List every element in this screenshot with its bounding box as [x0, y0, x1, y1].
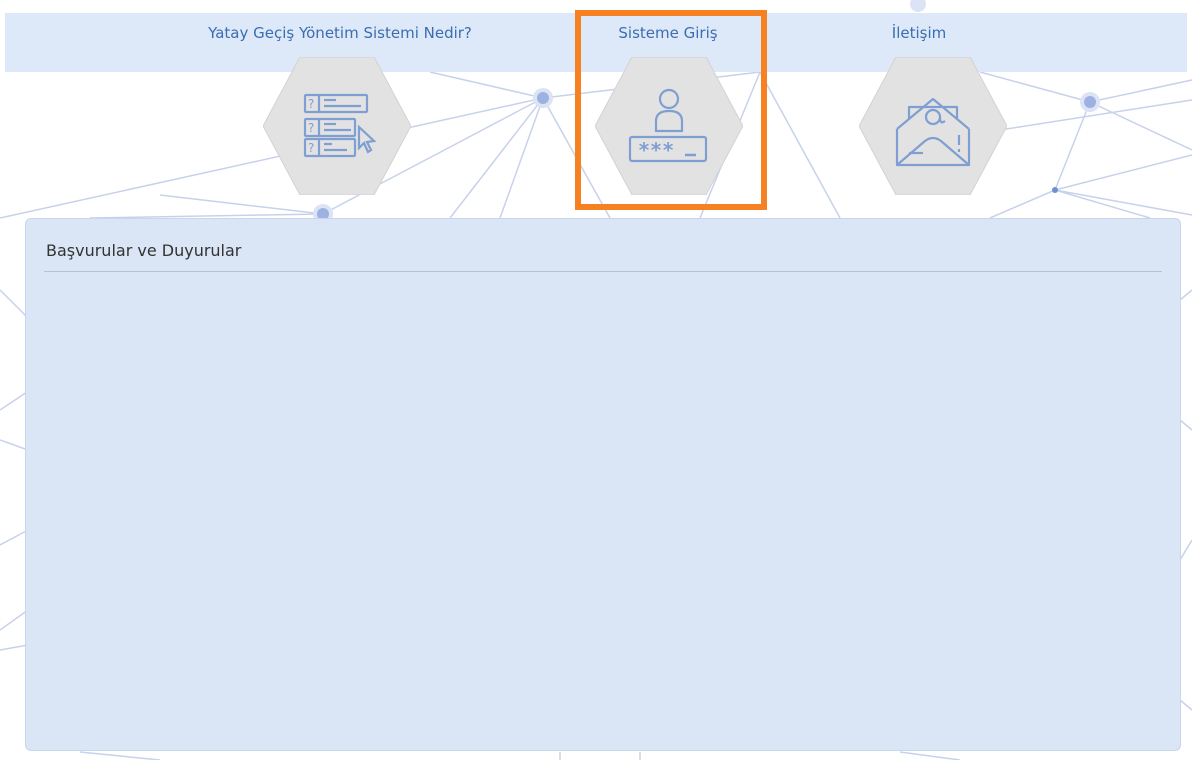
- nav-link-system-login[interactable]: Sisteme Giriş: [618, 24, 717, 42]
- email-icon: [859, 57, 1007, 195]
- announcements-panel: Başvurular ve Duyurular: [25, 218, 1181, 751]
- svg-text:***: ***: [638, 138, 674, 162]
- system-login-hexagon-button[interactable]: ***: [595, 57, 743, 195]
- nav-link-contact[interactable]: İletişim: [892, 24, 946, 42]
- about-system-hexagon-button[interactable]: ? ? ?: [263, 57, 411, 195]
- user-login-icon: ***: [595, 57, 743, 195]
- nav-link-about-system[interactable]: Yatay Geçiş Yönetim Sistemi Nedir?: [208, 24, 472, 42]
- faq-list-icon: ? ? ?: [263, 57, 411, 195]
- svg-text:?: ?: [308, 141, 314, 155]
- svg-text:?: ?: [308, 97, 314, 111]
- svg-text:?: ?: [308, 121, 314, 135]
- contact-hexagon-button[interactable]: [859, 57, 1007, 195]
- announcements-title: Başvurular ve Duyurular: [46, 241, 242, 260]
- announcements-divider: [44, 271, 1162, 272]
